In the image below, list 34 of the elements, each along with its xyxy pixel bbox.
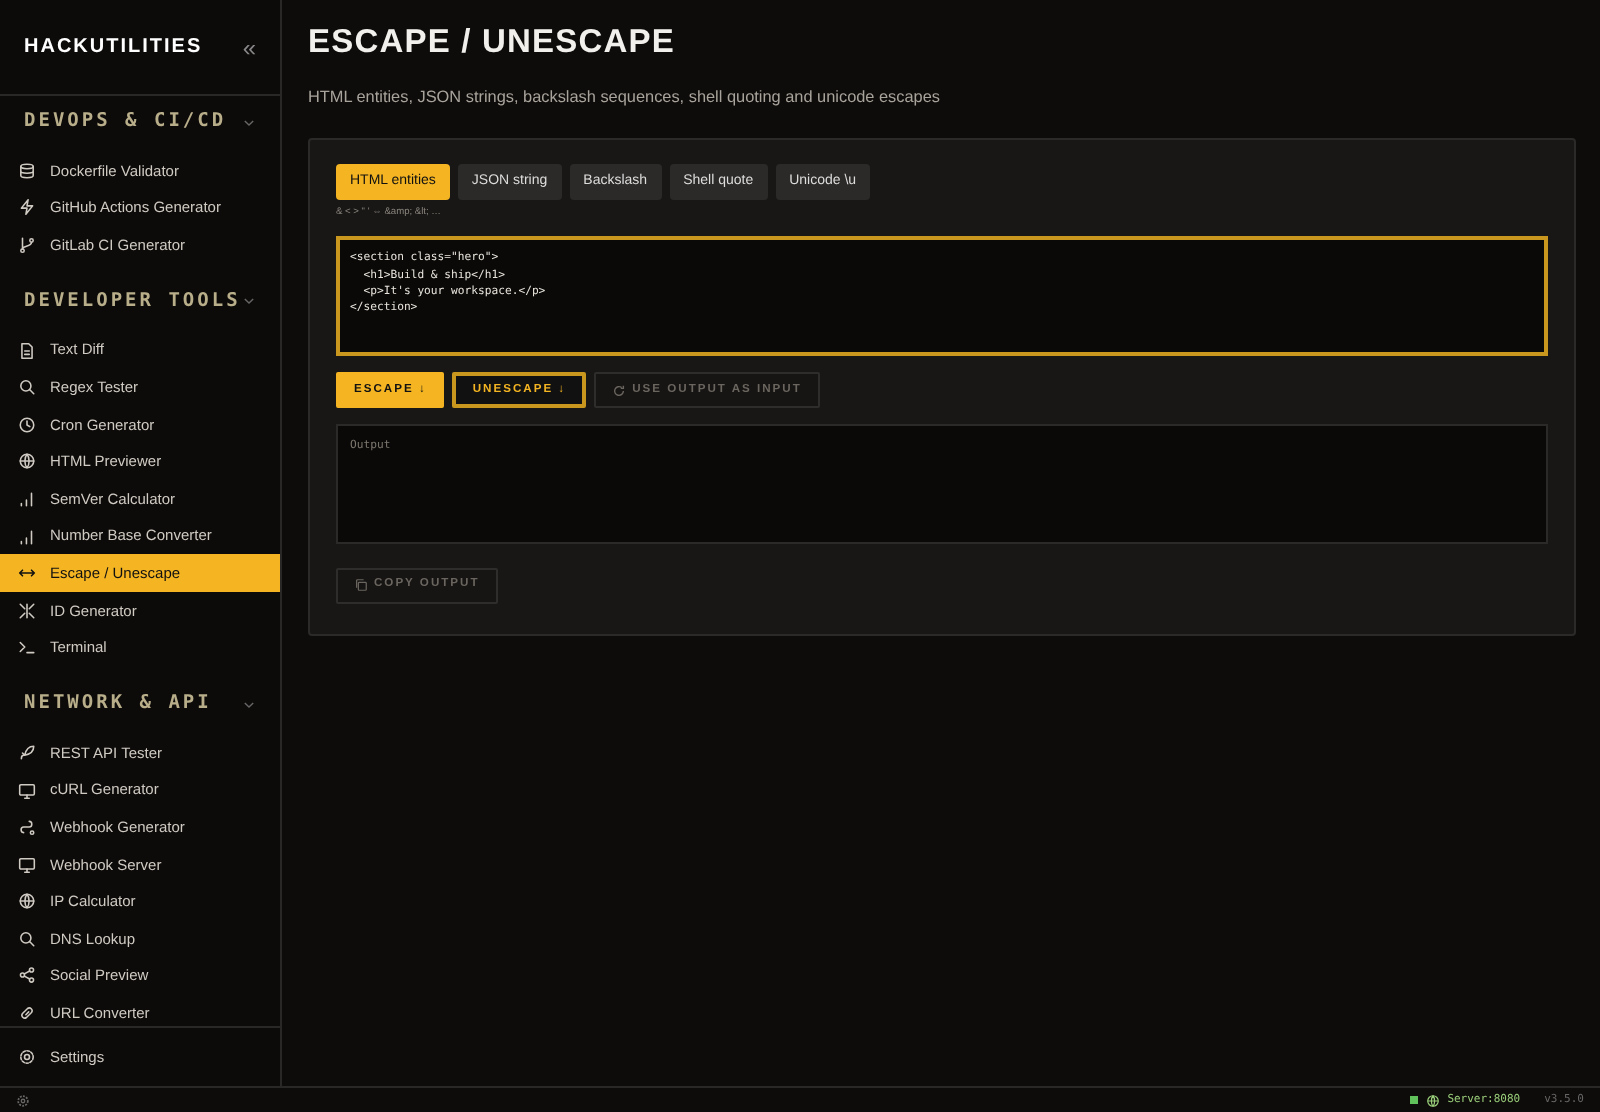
arrows-icon <box>18 564 36 583</box>
id-pattern-icon <box>18 601 36 620</box>
settings-icon <box>18 1048 36 1066</box>
globe-icon <box>18 452 36 471</box>
section-title: DEVELOPER TOOLS <box>24 287 241 316</box>
chevron-icon[interactable] <box>242 296 256 307</box>
page-subtitle: HTML entities, JSON strings, backslash sequences, shell quoting and unicode escapes <box>308 85 942 110</box>
monitor-icon <box>18 855 36 874</box>
search-icon <box>18 929 36 948</box>
branch-icon <box>18 235 36 254</box>
globe-icon <box>18 892 36 911</box>
bar-chart-icon <box>18 527 36 546</box>
section-title: NETWORK & API <box>24 690 212 718</box>
link-icon <box>18 1004 36 1023</box>
collapse-sidebar-button[interactable]: « <box>242 35 256 59</box>
hook-icon <box>18 818 36 837</box>
monitor-icon <box>18 781 36 800</box>
document-icon <box>18 341 36 360</box>
clock-icon <box>18 415 36 434</box>
chevron-icon[interactable] <box>242 699 256 710</box>
database-icon <box>18 161 36 180</box>
globe-icon <box>1425 1093 1440 1107</box>
chevron-icon[interactable] <box>242 117 256 127</box>
refresh-icon <box>612 383 627 398</box>
lightning-icon <box>18 198 36 217</box>
terminal-icon <box>18 638 36 657</box>
search-icon <box>18 378 36 397</box>
page-title: ESCAPE / UNESCAPE <box>308 24 677 64</box>
copy-icon <box>354 578 368 593</box>
share-icon <box>18 966 36 985</box>
bar-chart-icon <box>18 489 36 508</box>
app-brand: HACKUTILITIES <box>24 34 203 62</box>
section-title: DEVOPS & CI/CD <box>24 107 227 136</box>
settings-icon[interactable] <box>16 1093 30 1107</box>
